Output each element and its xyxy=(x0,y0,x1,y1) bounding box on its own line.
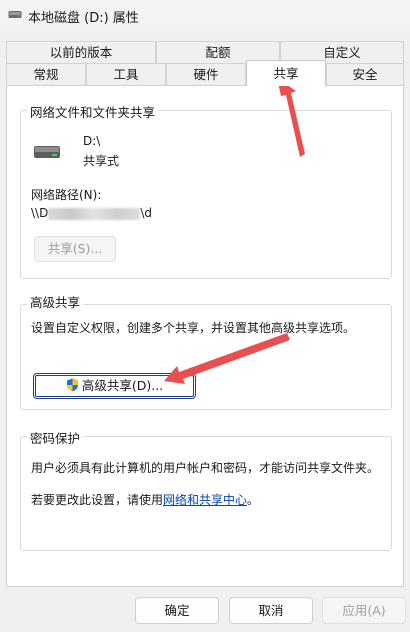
share-button[interactable]: 共享(S)... xyxy=(34,236,116,262)
uac-shield-icon xyxy=(66,378,78,392)
tab-general[interactable]: 常规 xyxy=(6,63,86,85)
drive-status: 共享式 xyxy=(83,154,120,168)
ok-button[interactable]: 确定 xyxy=(135,597,219,624)
window-title: 本地磁盘 (D:) 属性 xyxy=(28,11,139,26)
network-path-start: \\D xyxy=(31,206,49,220)
password-change-suffix: 。 xyxy=(247,493,260,507)
network-share-title: 网络文件和文件夹共享 xyxy=(27,102,159,121)
network-path-redacted xyxy=(48,207,141,220)
tab-previous-versions[interactable]: 以前的版本 xyxy=(6,41,156,63)
tab-hardware[interactable]: 硬件 xyxy=(166,63,246,85)
network-path-value: \\D \d xyxy=(31,206,152,222)
network-sharing-center-link[interactable]: 网络和共享中心 xyxy=(163,493,247,507)
advanced-share-title: 高级共享 xyxy=(27,292,84,311)
password-change-prefix: 若要更改此设置，请使用 xyxy=(31,493,164,507)
network-path-label: 网络路径(N): xyxy=(31,188,102,202)
drive-label: D:\ xyxy=(83,134,101,148)
advanced-share-button-label: 高级共享(D)... xyxy=(81,378,164,393)
tab-panel: 网络文件和文件夹共享 D:\ 共享式 网络路径(N): \\D \d 共享(S).… xyxy=(6,85,404,587)
drive-icon xyxy=(8,11,22,18)
cancel-button[interactable]: 取消 xyxy=(229,597,313,624)
title-bar: 本地磁盘 (D:) 属性 xyxy=(0,0,410,30)
tab-sharing[interactable]: 共享 xyxy=(246,60,326,86)
password-change-text: 若要更改此设置，请使用网络和共享中心。 xyxy=(31,491,259,508)
hard-drive-icon xyxy=(34,146,60,158)
tab-tools[interactable]: 工具 xyxy=(86,63,166,85)
advanced-share-button[interactable]: 高级共享(D)... xyxy=(33,373,196,399)
password-description: 用户必须具有此计算机的用户帐户和密码，才能访问共享文件夹。 xyxy=(31,461,380,475)
tab-security[interactable]: 安全 xyxy=(326,63,404,85)
apply-button[interactable]: 应用(A) xyxy=(322,597,406,624)
advanced-share-description: 设置自定义权限，创建多个共享，并设置其他高级共享选项。 xyxy=(31,321,356,335)
password-title: 密码保护 xyxy=(27,428,84,447)
network-path-end: \d xyxy=(140,206,152,220)
